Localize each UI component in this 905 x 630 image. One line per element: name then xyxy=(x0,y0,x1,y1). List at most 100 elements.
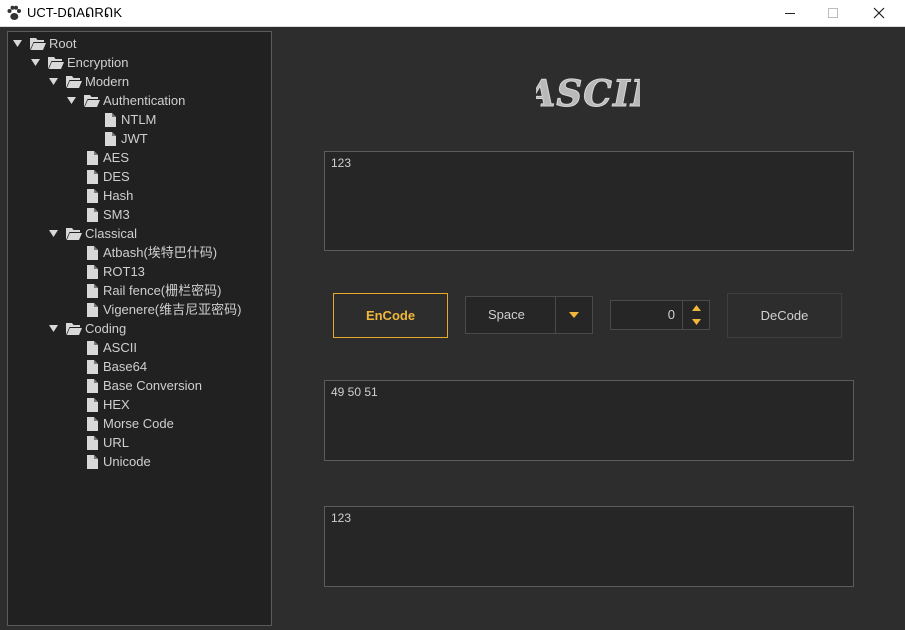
maximize-icon xyxy=(827,7,838,18)
file-icon xyxy=(84,150,100,165)
encode-button[interactable]: EnCode xyxy=(333,293,448,338)
folder-open-icon xyxy=(66,75,82,89)
minimize-button[interactable] xyxy=(767,0,813,26)
tree-node-jwt[interactable]: JWT xyxy=(102,129,148,148)
tree-node-hex[interactable]: HEX xyxy=(84,395,130,414)
separator-select[interactable]: Space xyxy=(465,296,593,334)
file-icon xyxy=(84,283,100,298)
tree-node-morse-code[interactable]: Morse Code xyxy=(84,414,174,433)
navigation-tree[interactable]: Root Encryption Modern Authentication NT… xyxy=(7,31,272,626)
file-icon xyxy=(84,188,100,203)
tree-node-des[interactable]: DES xyxy=(84,167,130,186)
tree-node-label: NTLM xyxy=(121,112,157,127)
tree-node-label: Base64 xyxy=(103,359,148,374)
tree-node-label: Root xyxy=(49,36,77,51)
folder-open-icon xyxy=(30,37,46,51)
paw-icon xyxy=(7,5,21,20)
tree-node-hash[interactable]: Hash xyxy=(84,186,133,205)
file-icon xyxy=(102,131,118,146)
offset-value: 0 xyxy=(667,307,675,322)
spin-up-button[interactable] xyxy=(682,301,709,315)
decoded-output-textbox[interactable]: 123 xyxy=(324,506,854,587)
tree-node-rail-fence[interactable]: Rail fence(栅栏密码) xyxy=(84,281,221,300)
tree-node-ntlm[interactable]: NTLM xyxy=(102,110,156,129)
tree-node-atbash[interactable]: Atbash(埃特巴什码) xyxy=(84,243,217,262)
minimize-icon xyxy=(784,12,795,14)
title-bar: UCT-DᕠAᕠRᕠK xyxy=(0,0,905,27)
file-icon xyxy=(84,416,100,431)
tree-node-coding[interactable]: Coding xyxy=(48,319,126,338)
tree-node-base-conversion[interactable]: Base Conversion xyxy=(84,376,202,395)
dropdown-button[interactable] xyxy=(555,297,592,333)
tree-node-label: ROT13 xyxy=(103,264,145,279)
input-textbox[interactable]: 123 xyxy=(324,151,854,251)
folder-open-icon xyxy=(84,94,100,108)
tree-node-authentication[interactable]: Authentication xyxy=(66,91,185,110)
file-icon xyxy=(84,264,100,279)
file-icon xyxy=(84,397,100,412)
file-icon xyxy=(84,169,100,184)
tree-node-label: URL xyxy=(103,435,130,450)
tree-node-label: JWT xyxy=(121,131,148,146)
tree-node-label: Classical xyxy=(85,226,138,241)
panel-title: ASCII xyxy=(536,73,640,115)
arrow-up-icon xyxy=(691,305,701,311)
expand-arrow-icon[interactable] xyxy=(30,53,40,72)
maximize-button[interactable] xyxy=(810,0,856,26)
file-icon xyxy=(84,245,100,260)
file-icon xyxy=(84,302,100,317)
file-icon xyxy=(84,340,100,355)
folder-open-icon xyxy=(66,322,82,336)
tree-node-label: Unicode xyxy=(103,454,151,469)
tree-node-label: ASCII xyxy=(103,340,137,355)
chevron-down-icon xyxy=(569,312,579,318)
tree-node-rot13[interactable]: ROT13 xyxy=(84,262,145,281)
file-icon xyxy=(84,435,100,450)
tree-node-label: AES xyxy=(103,150,130,165)
file-icon xyxy=(102,112,118,127)
expand-arrow-icon[interactable] xyxy=(66,91,76,110)
tree-node-label: Base Conversion xyxy=(103,378,202,393)
tree-node-encryption[interactable]: Encryption xyxy=(30,53,128,72)
tree-node-label: Morse Code xyxy=(103,416,174,431)
tree-node-label: Atbash(埃特巴什码) xyxy=(103,245,218,260)
tree-node-aes[interactable]: AES xyxy=(84,148,129,167)
expand-arrow-icon[interactable] xyxy=(12,34,22,53)
tree-node-unicode[interactable]: Unicode xyxy=(84,452,151,471)
close-icon xyxy=(873,7,885,19)
tree-node-label: Modern xyxy=(85,74,130,89)
tree-node-classical[interactable]: Classical xyxy=(48,224,137,243)
close-button[interactable] xyxy=(856,0,902,26)
decode-button[interactable]: DeCode xyxy=(727,293,842,338)
tree-node-sm3[interactable]: SM3 xyxy=(84,205,130,224)
tree-node-label: Coding xyxy=(85,321,127,336)
tree-node-label: SM3 xyxy=(103,207,130,222)
tree-node-label: HEX xyxy=(103,397,130,412)
tree-node-label: Hash xyxy=(103,188,134,203)
window-title: UCT-DᕠAᕠRᕠK xyxy=(27,5,122,20)
tree-node-label: Authentication xyxy=(103,93,186,108)
tree-node-vigenere[interactable]: Vigenere(维吉尼亚密码) xyxy=(84,300,241,319)
file-icon xyxy=(84,378,100,393)
expand-arrow-icon[interactable] xyxy=(48,224,58,243)
separator-selected-value: Space xyxy=(488,307,525,322)
tree-node-url[interactable]: URL xyxy=(84,433,129,452)
tree-node-modern[interactable]: Modern xyxy=(48,72,129,91)
tree-node-root[interactable]: Root xyxy=(12,34,76,53)
tree-node-ascii[interactable]: ASCII xyxy=(84,338,137,357)
file-icon xyxy=(84,454,100,469)
tree-node-label: Encryption xyxy=(67,55,129,70)
tree-node-label: Rail fence(栅栏密码) xyxy=(103,283,222,298)
spin-down-button[interactable] xyxy=(682,315,709,329)
file-icon xyxy=(84,207,100,222)
encoded-output-textbox[interactable]: 49 50 51 xyxy=(324,380,854,461)
file-icon xyxy=(84,359,100,374)
main-area: Root Encryption Modern Authentication NT… xyxy=(0,27,905,630)
folder-open-icon xyxy=(66,227,82,241)
expand-arrow-icon[interactable] xyxy=(48,72,58,91)
tree-node-label: Vigenere(维吉尼亚密码) xyxy=(103,302,242,317)
expand-arrow-icon[interactable] xyxy=(48,319,58,338)
folder-open-icon xyxy=(48,56,64,70)
offset-spinbox[interactable]: 0 xyxy=(610,300,710,330)
tree-node-base64[interactable]: Base64 xyxy=(84,357,147,376)
